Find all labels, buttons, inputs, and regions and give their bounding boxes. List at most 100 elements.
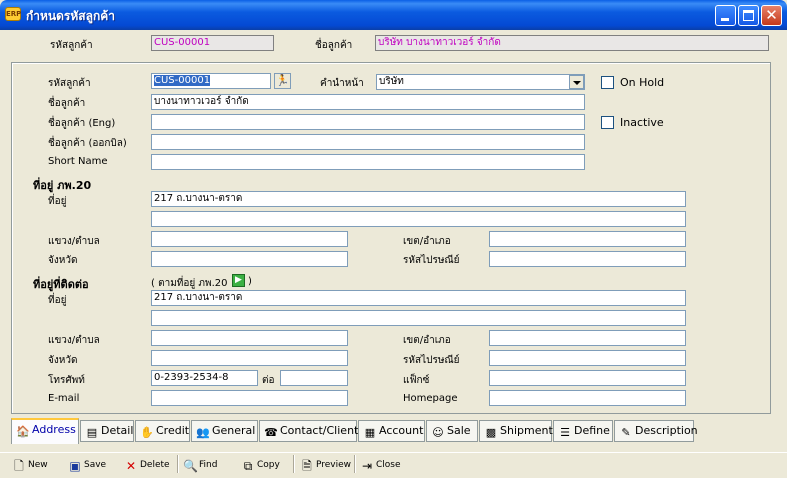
- house-icon: 🏠: [16, 425, 30, 438]
- phone-input[interactable]: 0-2393-2534-8: [151, 370, 258, 386]
- tab-address-label: Address: [32, 423, 76, 436]
- tab-sale[interactable]: ☺ Sale: [426, 420, 478, 442]
- prefix-value: บริษัท: [379, 76, 404, 87]
- save-label: Save: [84, 460, 107, 470]
- customer-name-bill-input[interactable]: [151, 134, 585, 150]
- reg-province-label: จังหวัด: [48, 255, 78, 266]
- customer-code-input[interactable]: CUS-00001: [151, 73, 271, 89]
- maximize-icon: [743, 10, 754, 21]
- contact-district-input[interactable]: [489, 330, 686, 346]
- header-name-field: บริษัท บางนาทาวเวอร์ จำกัด: [375, 35, 769, 51]
- email-label: E-mail: [48, 393, 80, 404]
- shipment-icon: ▩: [485, 426, 497, 439]
- people-icon: 👥: [196, 426, 210, 439]
- contact-address-line1-input[interactable]: 217 ถ.บางนา-ตราด: [151, 290, 686, 306]
- reg-address-line2-input[interactable]: [151, 211, 686, 227]
- contact-postcode-input[interactable]: [489, 350, 686, 366]
- tab-general[interactable]: 👥 General: [191, 420, 258, 442]
- preview-button[interactable]: 🗎 Preview: [300, 455, 351, 475]
- find-button[interactable]: 🔍Find: [183, 455, 217, 475]
- maximize-button[interactable]: [738, 5, 759, 26]
- ledger-icon: ▦: [364, 426, 376, 439]
- chevron-down-icon[interactable]: [569, 75, 584, 89]
- tab-address[interactable]: 🏠 Address: [11, 418, 79, 444]
- prefix-select[interactable]: บริษัท: [376, 74, 585, 90]
- ext-label: ต่อ: [262, 375, 275, 386]
- toolbar-separator: [177, 455, 179, 473]
- handshake-icon: ✋: [140, 426, 154, 439]
- tab-detail[interactable]: ▤ Detail: [80, 420, 134, 442]
- tab-credit[interactable]: ✋ Credit: [135, 420, 190, 442]
- contact-province-input[interactable]: [151, 350, 348, 366]
- delete-label: Delete: [140, 460, 170, 470]
- ext-input[interactable]: [280, 370, 348, 386]
- copy-icon: ⧉: [243, 459, 253, 473]
- tab-account[interactable]: ▦ Account: [358, 420, 425, 442]
- copy-address-button[interactable]: ▶: [232, 274, 245, 287]
- contact-address-label: ที่อยู่: [48, 295, 67, 306]
- tab-contact-client[interactable]: ☎ Contact/Client: [259, 420, 358, 442]
- new-label: New: [28, 460, 48, 470]
- customer-name-input[interactable]: บางนาทาวเวอร์ จำกัด: [151, 94, 585, 110]
- contact-district-label: เขต/อำเภอ: [403, 335, 451, 346]
- tab-define-label: Define: [574, 424, 610, 437]
- prefix-label: คำนำหน้า: [320, 78, 364, 89]
- close-button[interactable]: ⇥ Close: [360, 455, 401, 475]
- tab-description[interactable]: ✎ Description: [614, 420, 698, 442]
- email-input[interactable]: [151, 390, 348, 406]
- detail-icon: ▤: [86, 426, 98, 439]
- copy-address-close: ): [248, 276, 252, 287]
- minimize-button[interactable]: [715, 5, 736, 26]
- name-bill-label: ชื่อลูกค้า (ออกบิล): [48, 138, 127, 149]
- preview-icon: 🗎: [302, 459, 312, 473]
- delete-button[interactable]: ✕ Delete: [124, 455, 170, 475]
- reg-district-input[interactable]: [489, 231, 686, 247]
- arrow-right-icon: ▶: [235, 275, 242, 285]
- tab-general-label: General: [212, 424, 256, 437]
- save-button[interactable]: ▣ Save: [68, 455, 106, 475]
- name-label: ชื่อลูกค้า: [48, 98, 86, 109]
- tab-shipment[interactable]: ▩ Shipment: [479, 420, 553, 442]
- reg-subdistrict-input[interactable]: [151, 231, 348, 247]
- reg-province-input[interactable]: [151, 251, 348, 267]
- reg-address-heading: ที่อยู่ ภพ.20: [33, 179, 92, 192]
- reg-postcode-input[interactable]: [489, 251, 686, 267]
- new-button[interactable]: 🗋 New: [12, 455, 48, 475]
- fax-input[interactable]: [489, 370, 686, 386]
- close-label: Close: [376, 460, 401, 470]
- homepage-input[interactable]: [489, 390, 686, 406]
- tab-description-label: Description: [635, 424, 698, 437]
- tab-define[interactable]: ☰ Define: [553, 420, 613, 442]
- header-code-field: CUS-00001: [151, 35, 274, 51]
- contact-address-line2-input[interactable]: [151, 310, 686, 326]
- inactive-label: Inactive: [620, 116, 664, 129]
- minimize-icon: [721, 18, 729, 21]
- inactive-checkbox[interactable]: [601, 116, 614, 129]
- phone-label: โทรศัพท์: [48, 375, 85, 386]
- reg-address-label: ที่อยู่: [48, 196, 67, 207]
- window-title: กำหนดรหัสลูกค้า: [26, 9, 115, 23]
- tab-sale-label: Sale: [447, 424, 471, 437]
- sale-icon: ☺: [432, 426, 444, 439]
- save-icon: ▣: [69, 459, 81, 473]
- contact-subdistrict-label: แขวง/ตำบล: [48, 335, 100, 346]
- customer-code-value: CUS-00001: [154, 75, 211, 86]
- reg-address-line1-input[interactable]: 217 ถ.บางนา-ตราด: [151, 191, 686, 207]
- toolbar-separator: [354, 455, 356, 473]
- tab-credit-label: Credit: [156, 424, 190, 437]
- close-window-button[interactable]: ✕: [761, 5, 782, 26]
- contact-subdistrict-input[interactable]: [151, 330, 348, 346]
- contact-postcode-label: รหัสไปรษณีย์: [403, 355, 460, 366]
- customer-name-eng-input[interactable]: [151, 114, 585, 130]
- tab-shipment-label: Shipment: [500, 424, 553, 437]
- code-label: รหัสลูกค้า: [48, 78, 91, 89]
- reg-subdistrict-label: แขวง/ตำบล: [48, 236, 100, 247]
- short-name-input[interactable]: [151, 154, 585, 170]
- new-file-icon: 🗋: [14, 459, 24, 473]
- copy-button[interactable]: ⧉ Copy: [241, 455, 280, 475]
- tab-detail-label: Detail: [101, 424, 134, 437]
- name-eng-label: ชื่อลูกค้า (Eng): [48, 118, 116, 129]
- reg-postcode-label: รหัสไปรษณีย์: [403, 255, 460, 266]
- code-lookup-button[interactable]: 🏃: [274, 73, 291, 89]
- onhold-checkbox[interactable]: [601, 76, 614, 89]
